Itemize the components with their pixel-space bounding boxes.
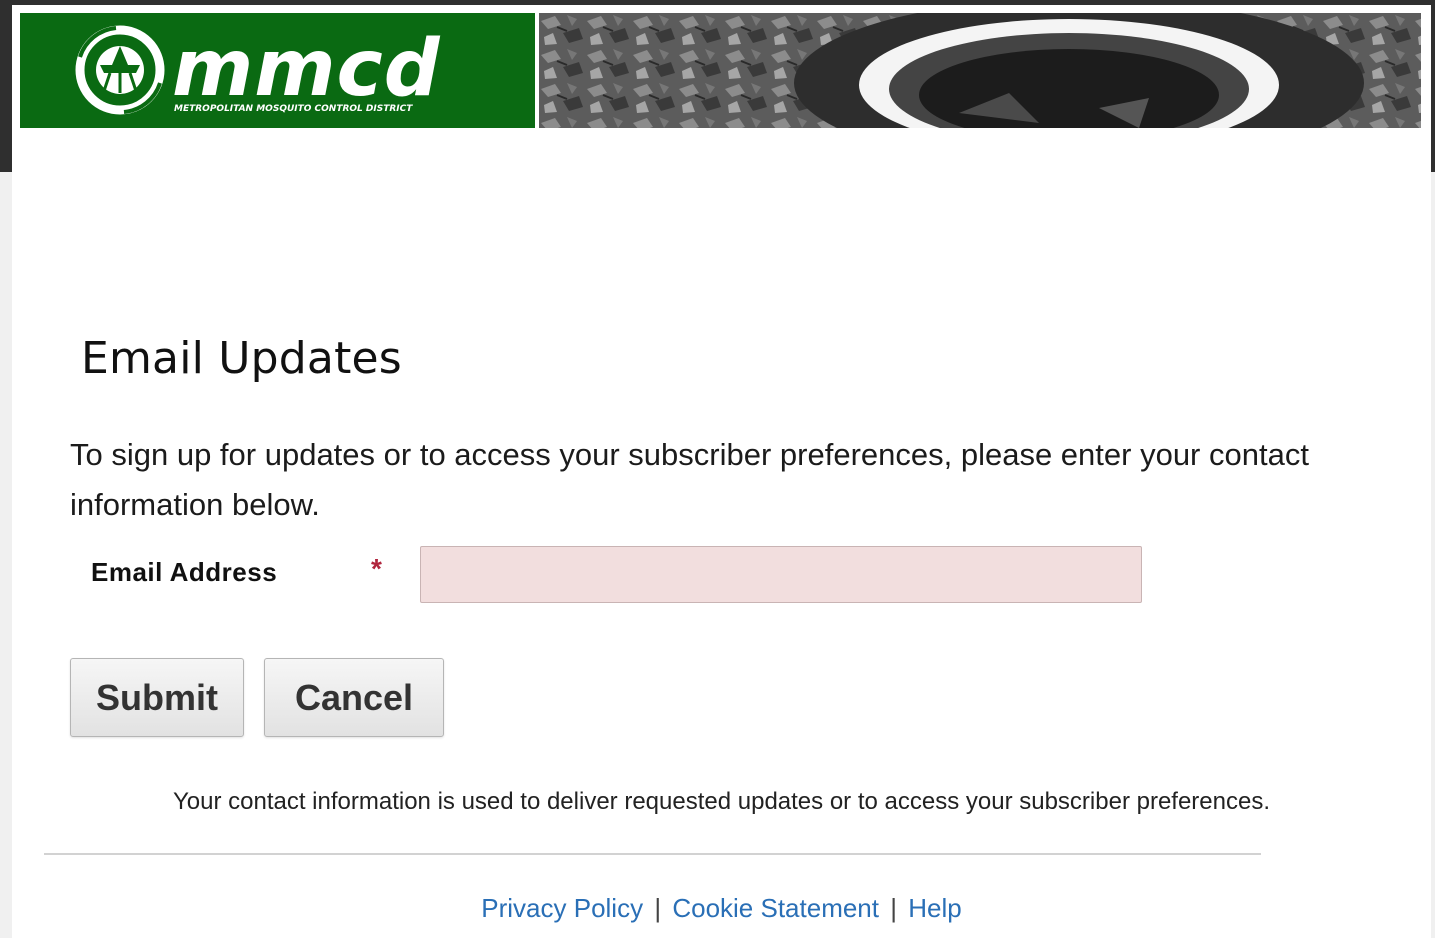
- intro-text: To sign up for updates or to access your…: [70, 437, 1309, 522]
- footer-separator: |: [890, 893, 897, 923]
- page-title: Email Updates: [81, 333, 402, 384]
- main-content: Email Updates To sign up for updates or …: [12, 5, 1431, 938]
- footer-divider: [44, 853, 1261, 855]
- footer-links: Privacy Policy | Cookie Statement | Help: [12, 893, 1431, 924]
- cancel-button[interactable]: Cancel: [264, 658, 444, 737]
- footer-separator: |: [654, 893, 662, 923]
- cookie-statement-link[interactable]: Cookie Statement: [672, 893, 879, 923]
- email-label: Email Address: [91, 557, 278, 587]
- privacy-policy-link[interactable]: Privacy Policy: [481, 893, 643, 923]
- help-link[interactable]: Help: [908, 893, 961, 923]
- submit-button[interactable]: Submit: [70, 658, 244, 737]
- required-marker: *: [371, 553, 382, 584]
- page-container: mmcd METROPOLITAN MOSQUITO CONTROL DISTR…: [12, 5, 1431, 938]
- privacy-notice: Your contact information is used to deli…: [172, 788, 1271, 815]
- email-input[interactable]: [420, 546, 1142, 603]
